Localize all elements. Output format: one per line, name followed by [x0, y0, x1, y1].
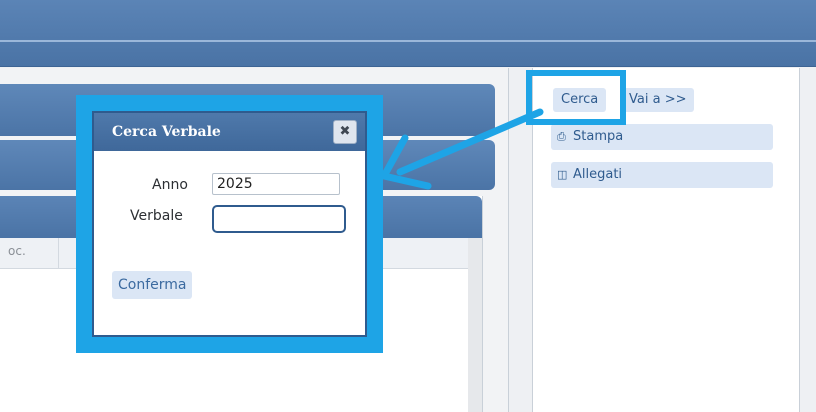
dialog-title: Cerca Verbale	[94, 113, 365, 151]
allegati-label: Allegati	[573, 167, 623, 182]
allegati-button[interactable]: ◫ Allegati	[551, 162, 773, 188]
anno-field[interactable]	[212, 173, 340, 195]
verbale-label: Verbale	[130, 208, 183, 224]
conferma-button[interactable]: Conferma	[112, 271, 193, 299]
vai-a-button[interactable]: Vai a >>	[621, 88, 695, 112]
stampa-label: Stampa	[573, 129, 624, 144]
attachment-icon: ◫	[557, 168, 568, 181]
anno-label: Anno	[152, 177, 188, 193]
verbale-field[interactable]	[212, 205, 346, 233]
grid-column-header[interactable]: oc.	[8, 244, 26, 258]
grid-scrollbar[interactable]	[468, 238, 482, 412]
dialog-highlight-frame: Cerca Verbale ✖ Anno Verbale Conferma	[76, 95, 383, 353]
printer-icon: ⎙	[557, 130, 566, 143]
column-divider	[58, 238, 59, 268]
header-divider	[0, 40, 816, 42]
close-icon[interactable]: ✖	[333, 120, 357, 144]
stampa-button[interactable]: ⎙ Stampa	[551, 124, 773, 150]
top-header-bar	[0, 0, 816, 67]
cerca-highlight-box	[526, 70, 626, 125]
cerca-verbale-dialog: Cerca Verbale ✖ Anno Verbale Conferma	[92, 111, 367, 337]
